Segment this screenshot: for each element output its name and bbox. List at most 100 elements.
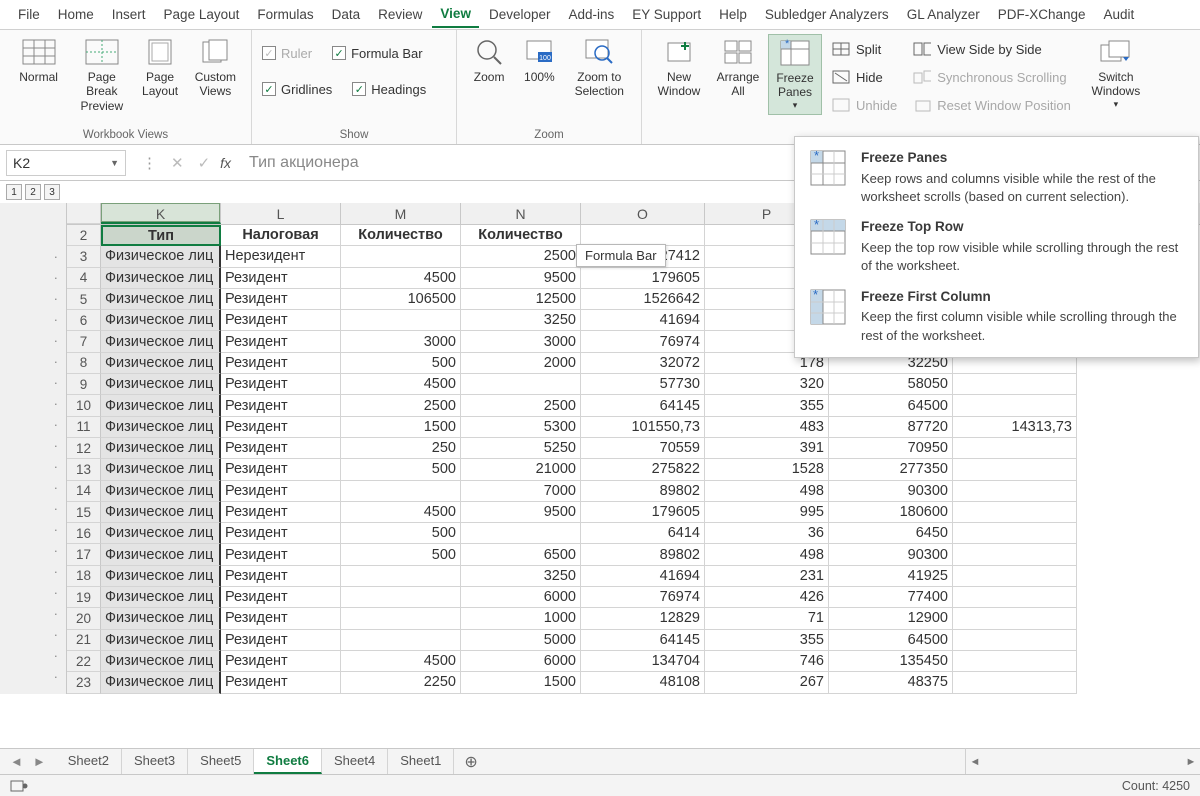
tab-view[interactable]: View <box>432 1 479 28</box>
cell[interactable] <box>953 502 1077 523</box>
cell[interactable]: Резидент <box>221 310 341 331</box>
tab-developer[interactable]: Developer <box>481 2 559 27</box>
cell[interactable]: Нерезидент <box>221 246 341 267</box>
cell[interactable]: 179605 <box>581 268 705 289</box>
cell[interactable]: 6000 <box>461 651 581 672</box>
cell[interactable]: 500 <box>341 353 461 374</box>
page-break-preview-button[interactable]: Page Break Preview <box>71 34 132 116</box>
cell[interactable]: Резидент <box>221 353 341 374</box>
cell[interactable]: Физическое лиц <box>101 608 221 629</box>
cell[interactable]: 179605 <box>581 502 705 523</box>
cell[interactable]: 101550,73 <box>581 417 705 438</box>
cell[interactable] <box>953 481 1077 502</box>
cell[interactable]: 250 <box>341 438 461 459</box>
cell[interactable]: 500 <box>341 523 461 544</box>
normal-view-button[interactable]: Normal <box>8 34 69 87</box>
cell[interactable]: 1500 <box>461 672 581 693</box>
cell[interactable] <box>953 395 1077 416</box>
cell[interactable]: 3000 <box>461 331 581 352</box>
cell[interactable]: 5000 <box>461 630 581 651</box>
sheet-tab[interactable]: Sheet1 <box>388 749 454 774</box>
cell[interactable]: Резидент <box>221 502 341 523</box>
formula-bar-checkbox[interactable]: ✓Formula Bar <box>330 40 425 66</box>
row-header[interactable]: 22 <box>67 651 101 672</box>
cell[interactable] <box>341 608 461 629</box>
cell[interactable]: Физическое лиц <box>101 289 221 310</box>
cell[interactable]: 277350 <box>829 459 953 480</box>
hide-button[interactable]: Hide <box>828 64 901 90</box>
cell[interactable]: Резидент <box>221 587 341 608</box>
cell[interactable]: 4500 <box>341 374 461 395</box>
cell[interactable]: 41925 <box>829 566 953 587</box>
zoom-to-selection-button[interactable]: Zoom to Selection <box>566 34 634 102</box>
cell[interactable]: 426 <box>705 587 829 608</box>
cell[interactable]: 498 <box>705 544 829 565</box>
cell[interactable]: Резидент <box>221 630 341 651</box>
row-header[interactable]: 13 <box>67 459 101 480</box>
row-header[interactable]: 3 <box>67 246 101 267</box>
row-header[interactable]: 18 <box>67 566 101 587</box>
new-window-button[interactable]: New Window <box>650 34 708 102</box>
tab-add-ins[interactable]: Add-ins <box>561 2 623 27</box>
sheet-tab[interactable]: Sheet5 <box>188 749 254 774</box>
cell[interactable]: Физическое лиц <box>101 438 221 459</box>
outline-level-2[interactable]: 2 <box>25 184 41 200</box>
cell[interactable] <box>341 310 461 331</box>
horizontal-scrollbar[interactable]: ◄► <box>965 748 1200 774</box>
cell[interactable]: 36 <box>705 523 829 544</box>
freeze-menu-item[interactable]: *Freeze First ColumnKeep the first colum… <box>795 282 1198 351</box>
tab-audit[interactable]: Audit <box>1096 2 1143 27</box>
cell[interactable]: 64145 <box>581 630 705 651</box>
cell[interactable]: 3250 <box>461 310 581 331</box>
row-header[interactable]: 14 <box>67 481 101 502</box>
cell[interactable] <box>461 523 581 544</box>
cell[interactable]: 32072 <box>581 353 705 374</box>
switch-windows-button[interactable]: Switch Windows ▾ <box>1083 34 1149 113</box>
custom-views-button[interactable]: Custom Views <box>188 34 243 102</box>
cell[interactable]: 64500 <box>829 630 953 651</box>
cell[interactable]: 498 <box>705 481 829 502</box>
tab-insert[interactable]: Insert <box>104 2 154 27</box>
column-header[interactable]: O <box>581 203 705 224</box>
headings-checkbox[interactable]: ✓Headings <box>350 76 428 102</box>
cell[interactable]: 58050 <box>829 374 953 395</box>
cell[interactable]: 90300 <box>829 481 953 502</box>
sheet-next[interactable]: ► <box>33 754 46 769</box>
freeze-menu-item[interactable]: *Freeze Top RowKeep the top row visible … <box>795 212 1198 281</box>
cell[interactable]: Физическое лиц <box>101 417 221 438</box>
cell[interactable] <box>953 438 1077 459</box>
cell[interactable]: 231 <box>705 566 829 587</box>
row-header[interactable]: 23 <box>67 672 101 693</box>
cell[interactable]: 3250 <box>461 566 581 587</box>
row-header[interactable]: 20 <box>67 608 101 629</box>
cell[interactable] <box>953 587 1077 608</box>
cell[interactable]: Физическое лиц <box>101 544 221 565</box>
cell[interactable]: 21000 <box>461 459 581 480</box>
cell[interactable]: 87720 <box>829 417 953 438</box>
cell[interactable]: 1526642 <box>581 289 705 310</box>
cell[interactable]: 6450 <box>829 523 953 544</box>
cell[interactable]: 6414 <box>581 523 705 544</box>
zoom-100-button[interactable]: 100100% <box>515 34 563 87</box>
cell[interactable]: Физическое лиц <box>101 523 221 544</box>
cell[interactable]: Резидент <box>221 268 341 289</box>
cell[interactable] <box>341 566 461 587</box>
cell[interactable]: 275822 <box>581 459 705 480</box>
cell[interactable]: 180600 <box>829 502 953 523</box>
cell[interactable]: 41694 <box>581 310 705 331</box>
cell[interactable] <box>953 608 1077 629</box>
tab-formulas[interactable]: Formulas <box>249 2 321 27</box>
cell[interactable]: Физическое лиц <box>101 481 221 502</box>
sheet-tab[interactable]: Sheet4 <box>322 749 388 774</box>
cell[interactable]: 9500 <box>461 502 581 523</box>
cell[interactable] <box>953 630 1077 651</box>
cell[interactable]: Резидент <box>221 459 341 480</box>
cell[interactable]: 320 <box>705 374 829 395</box>
cell[interactable]: 76974 <box>581 331 705 352</box>
cell[interactable]: 71 <box>705 608 829 629</box>
cell[interactable]: 70950 <box>829 438 953 459</box>
row-header[interactable]: 10 <box>67 395 101 416</box>
cell[interactable]: 135450 <box>829 651 953 672</box>
tab-review[interactable]: Review <box>370 2 430 27</box>
cell[interactable]: Резидент <box>221 289 341 310</box>
